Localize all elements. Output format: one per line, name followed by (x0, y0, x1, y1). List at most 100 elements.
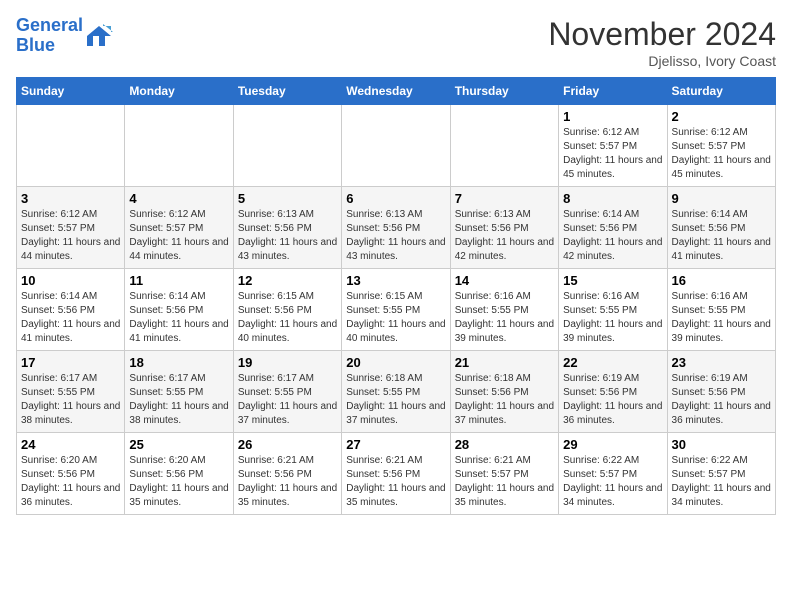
calendar-day-cell: 13Sunrise: 6:15 AM Sunset: 5:55 PM Dayli… (342, 269, 450, 351)
day-number: 16 (672, 273, 771, 288)
day-info: Sunrise: 6:17 AM Sunset: 5:55 PM Dayligh… (238, 372, 337, 428)
day-info: Sunrise: 6:22 AM Sunset: 5:57 PM Dayligh… (672, 454, 771, 510)
day-number: 13 (346, 273, 445, 288)
calendar-day-cell: 28 Sunrise: 6:21 AM Sunset: 5:57 PM Dayli… (450, 433, 558, 515)
calendar-header-row: SundayMondayTuesdayWednesdayThursdayFrid… (17, 78, 776, 105)
calendar-body: 1 Sunrise: 6:12 AM Sunset: 5:57 PM Daylig… (17, 105, 776, 515)
calendar-day-cell: 14Sunrise: 6:16 AM Sunset: 5:55 PM Dayli… (450, 269, 558, 351)
day-info: Sunrise: 6:16 AM Sunset: 5:55 PM Dayligh… (563, 290, 662, 346)
calendar-day-cell: 30 Sunrise: 6:22 AM Sunset: 5:57 PM Dayli… (667, 433, 775, 515)
calendar-day-cell: 22Sunrise: 6:19 AM Sunset: 5:56 PM Dayli… (559, 351, 667, 433)
page-header: GeneralBlue November 2024 Djelisso, Ivor… (16, 16, 776, 69)
day-info: Sunrise: 6:21 AM Sunset: 5:56 PM Dayligh… (346, 454, 445, 510)
day-number: 18 (129, 355, 228, 370)
day-info: Sunrise: 6:12 AM Sunset: 5:57 PM Dayligh… (129, 208, 228, 264)
calendar-day-cell: 27 Sunrise: 6:21 AM Sunset: 5:56 PM Dayli… (342, 433, 450, 515)
calendar-day-cell: 26Sunrise: 6:21 AM Sunset: 5:56 PM Dayli… (233, 433, 341, 515)
day-number: 24 (21, 437, 120, 452)
day-number: 9 (672, 191, 771, 206)
day-number: 19 (238, 355, 337, 370)
day-info: Sunrise: 6:17 AM Sunset: 5:55 PM Dayligh… (129, 372, 228, 428)
day-info: Sunrise: 6:20 AM Sunset: 5:56 PM Dayligh… (21, 454, 120, 510)
day-info: Sunrise: 6:13 AM Sunset: 5:56 PM Dayligh… (238, 208, 337, 264)
calendar-week-row: 1 Sunrise: 6:12 AM Sunset: 5:57 PM Daylig… (17, 105, 776, 187)
calendar-day-cell (342, 105, 450, 187)
day-info: Sunrise: 6:18 AM Sunset: 5:55 PM Dayligh… (346, 372, 445, 428)
day-info: Sunrise: 6:12 AM Sunset: 5:57 PM Dayligh… (21, 208, 120, 264)
calendar-day-cell (125, 105, 233, 187)
day-info: Sunrise: 6:13 AM Sunset: 5:56 PM Dayligh… (346, 208, 445, 264)
calendar-day-cell: 1 Sunrise: 6:12 AM Sunset: 5:57 PM Daylig… (559, 105, 667, 187)
calendar-header: SundayMondayTuesdayWednesdayThursdayFrid… (17, 78, 776, 105)
calendar-day-cell: 11 Sunrise: 6:14 AM Sunset: 5:56 PM Dayli… (125, 269, 233, 351)
calendar-day-cell: 23 Sunrise: 6:19 AM Sunset: 5:56 PM Dayli… (667, 351, 775, 433)
day-number: 2 (672, 109, 771, 124)
title-block: November 2024 Djelisso, Ivory Coast (548, 16, 776, 69)
calendar-day-cell: 2 Sunrise: 6:12 AM Sunset: 5:57 PM Daylig… (667, 105, 775, 187)
calendar-day-cell: 15 Sunrise: 6:16 AM Sunset: 5:55 PM Dayli… (559, 269, 667, 351)
calendar-header-cell: Wednesday (342, 78, 450, 105)
calendar-day-cell: 21Sunrise: 6:18 AM Sunset: 5:56 PM Dayli… (450, 351, 558, 433)
day-number: 25 (129, 437, 228, 452)
calendar-day-cell: 3 Sunrise: 6:12 AM Sunset: 5:57 PM Daylig… (17, 187, 125, 269)
day-info: Sunrise: 6:14 AM Sunset: 5:56 PM Dayligh… (129, 290, 228, 346)
day-info: Sunrise: 6:12 AM Sunset: 5:57 PM Dayligh… (672, 126, 771, 182)
calendar-week-row: 3 Sunrise: 6:12 AM Sunset: 5:57 PM Daylig… (17, 187, 776, 269)
day-number: 20 (346, 355, 445, 370)
day-number: 8 (563, 191, 662, 206)
calendar-day-cell: 20 Sunrise: 6:18 AM Sunset: 5:55 PM Dayli… (342, 351, 450, 433)
calendar-day-cell: 7Sunrise: 6:13 AM Sunset: 5:56 PM Daylig… (450, 187, 558, 269)
calendar-day-cell: 16 Sunrise: 6:16 AM Sunset: 5:55 PM Dayli… (667, 269, 775, 351)
calendar-header-cell: Monday (125, 78, 233, 105)
day-number: 14 (455, 273, 554, 288)
calendar-day-cell (233, 105, 341, 187)
day-info: Sunrise: 6:14 AM Sunset: 5:56 PM Dayligh… (21, 290, 120, 346)
logo-icon (85, 22, 113, 50)
calendar-day-cell: 29 Sunrise: 6:22 AM Sunset: 5:57 PM Dayli… (559, 433, 667, 515)
calendar-day-cell: 5 Sunrise: 6:13 AM Sunset: 5:56 PM Daylig… (233, 187, 341, 269)
day-info: Sunrise: 6:22 AM Sunset: 5:57 PM Dayligh… (563, 454, 662, 510)
location-subtitle: Djelisso, Ivory Coast (548, 53, 776, 69)
day-number: 12 (238, 273, 337, 288)
day-info: Sunrise: 6:16 AM Sunset: 5:55 PM Dayligh… (672, 290, 771, 346)
calendar-day-cell (450, 105, 558, 187)
day-info: Sunrise: 6:18 AM Sunset: 5:56 PM Dayligh… (455, 372, 554, 428)
calendar-day-cell (17, 105, 125, 187)
calendar-table: SundayMondayTuesdayWednesdayThursdayFrid… (16, 77, 776, 515)
day-number: 29 (563, 437, 662, 452)
day-info: Sunrise: 6:21 AM Sunset: 5:57 PM Dayligh… (455, 454, 554, 510)
day-info: Sunrise: 6:14 AM Sunset: 5:56 PM Dayligh… (563, 208, 662, 264)
calendar-day-cell: 12 Sunrise: 6:15 AM Sunset: 5:56 PM Dayli… (233, 269, 341, 351)
calendar-week-row: 10Sunrise: 6:14 AM Sunset: 5:56 PM Dayli… (17, 269, 776, 351)
day-number: 17 (21, 355, 120, 370)
calendar-header-cell: Sunday (17, 78, 125, 105)
calendar-week-row: 17 Sunrise: 6:17 AM Sunset: 5:55 PM Dayli… (17, 351, 776, 433)
day-info: Sunrise: 6:15 AM Sunset: 5:56 PM Dayligh… (238, 290, 337, 346)
day-number: 5 (238, 191, 337, 206)
calendar-header-cell: Saturday (667, 78, 775, 105)
day-info: Sunrise: 6:20 AM Sunset: 5:56 PM Dayligh… (129, 454, 228, 510)
day-number: 27 (346, 437, 445, 452)
calendar-header-cell: Thursday (450, 78, 558, 105)
day-number: 4 (129, 191, 228, 206)
day-info: Sunrise: 6:12 AM Sunset: 5:57 PM Dayligh… (563, 126, 662, 182)
calendar-day-cell: 19 Sunrise: 6:17 AM Sunset: 5:55 PM Dayli… (233, 351, 341, 433)
calendar-day-cell: 8 Sunrise: 6:14 AM Sunset: 5:56 PM Daylig… (559, 187, 667, 269)
month-title: November 2024 (548, 16, 776, 53)
calendar-day-cell: 6Sunrise: 6:13 AM Sunset: 5:56 PM Daylig… (342, 187, 450, 269)
calendar-day-cell: 4 Sunrise: 6:12 AM Sunset: 5:57 PM Daylig… (125, 187, 233, 269)
day-number: 1 (563, 109, 662, 124)
day-info: Sunrise: 6:21 AM Sunset: 5:56 PM Dayligh… (238, 454, 337, 510)
day-info: Sunrise: 6:13 AM Sunset: 5:56 PM Dayligh… (455, 208, 554, 264)
day-number: 28 (455, 437, 554, 452)
day-info: Sunrise: 6:19 AM Sunset: 5:56 PM Dayligh… (672, 372, 771, 428)
calendar-header-cell: Friday (559, 78, 667, 105)
calendar-week-row: 24 Sunrise: 6:20 AM Sunset: 5:56 PM Dayli… (17, 433, 776, 515)
logo-text: GeneralBlue (16, 16, 83, 56)
day-number: 15 (563, 273, 662, 288)
day-number: 3 (21, 191, 120, 206)
day-number: 23 (672, 355, 771, 370)
day-number: 30 (672, 437, 771, 452)
day-number: 11 (129, 273, 228, 288)
calendar-day-cell: 17Sunrise: 6:17 AM Sunset: 5:55 PM Dayli… (17, 351, 125, 433)
